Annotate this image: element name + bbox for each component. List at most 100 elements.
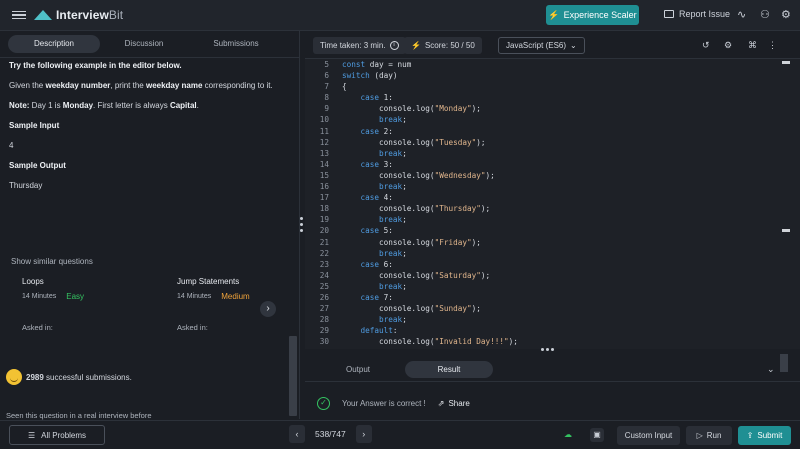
code-line[interactable]: 22 break; [305, 248, 782, 259]
seen-question-text: Seen this question in a real interview b… [6, 411, 152, 420]
console-icon[interactable]: ▣ [590, 428, 604, 442]
chevron-down-icon[interactable]: ⌄ [767, 364, 775, 375]
asked-in-label: Asked in: [177, 323, 208, 332]
code-line[interactable]: 23 case 6: [305, 259, 782, 270]
similar-question-card[interactable]: Loops 14 Minutes Easy Asked in: [22, 277, 162, 347]
report-icon [664, 10, 674, 18]
code-line[interactable]: 16 break; [305, 181, 782, 192]
prev-problem-button[interactable]: ‹ [289, 425, 305, 443]
code-text: console.log("Friday"); [342, 237, 481, 247]
code-line[interactable]: 25 break; [305, 281, 782, 292]
code-line[interactable]: 19 break; [305, 214, 782, 225]
chevron-right-icon[interactable]: › [260, 301, 276, 317]
shortcuts-icon[interactable]: ⌘ [748, 40, 757, 51]
line-number: 13 [319, 148, 329, 158]
activity-icon[interactable]: ∿ [737, 8, 746, 21]
line-number: 5 [324, 60, 329, 69]
smiley-icon [6, 369, 22, 385]
line-number: 30 [319, 337, 329, 347]
interviewbit-logo[interactable]: InterviewBit [34, 8, 123, 22]
report-issue-button[interactable]: Report Issue [664, 9, 730, 19]
code-text: break; [379, 148, 407, 158]
info-icon[interactable]: i [389, 41, 399, 50]
panel-splitter[interactable] [299, 217, 303, 233]
code-line[interactable]: 11 case 2: [305, 126, 782, 137]
code-line[interactable]: 8 case 1: [305, 92, 782, 103]
code-editor[interactable]: 5 const day = num 6 switch (day) 7{8 case 1:… [305, 59, 782, 349]
code-line[interactable]: 29 default: [305, 325, 782, 336]
code-line[interactable]: 12 console.log("Tuesday"); [305, 137, 782, 148]
code-line[interactable]: 13 break; [305, 148, 782, 159]
settings-icon[interactable]: ⚙ [781, 8, 791, 21]
line-number: 24 [319, 270, 329, 280]
code-scrollbar[interactable] [782, 59, 800, 349]
line-number: 8 [324, 93, 329, 103]
code-line[interactable]: 30 console.log("Invalid Day!!!"); [305, 336, 782, 347]
play-icon: ▷ [696, 431, 703, 440]
line-number: 7 [324, 82, 329, 92]
line-number: 10 [319, 115, 329, 125]
code-line[interactable]: 20 case 5: [305, 225, 782, 236]
code-line[interactable]: 24 console.log("Saturday"); [305, 270, 782, 281]
more-options-icon[interactable]: ⋮ [768, 40, 777, 51]
run-button[interactable]: ▷ Run [686, 426, 732, 445]
code-line[interactable]: 9 console.log("Monday"); [305, 103, 782, 114]
tab-submissions[interactable]: Submissions [188, 35, 284, 53]
output-scrollbar[interactable] [780, 354, 788, 372]
question-time: 14 Minutes [177, 293, 212, 300]
logo-text: InterviewBit [56, 8, 124, 22]
code-line[interactable]: 18 console.log("Thursday"); [305, 203, 782, 214]
reset-icon[interactable]: ↺ [702, 40, 710, 51]
code-text: break; [379, 182, 407, 192]
code-text: switch (day) [342, 71, 398, 81]
code-text: console.log("Tuesday"); [342, 137, 486, 147]
editor-settings-icon[interactable]: ⚙ [724, 40, 732, 51]
code-line[interactable]: 27 console.log("Sunday"); [305, 303, 782, 314]
output-resize-handle[interactable] [541, 348, 554, 351]
menu-icon[interactable] [12, 10, 26, 20]
code-line[interactable]: 5 const day = num [305, 59, 782, 70]
cloud-sync-icon[interactable]: ☁ [561, 428, 575, 442]
tab-discussion[interactable]: Discussion [100, 35, 188, 53]
code-line[interactable]: 6 switch (day) [305, 70, 782, 81]
code-line[interactable]: 26 case 7: [305, 292, 782, 303]
code-line[interactable]: 17 case 4: [305, 192, 782, 203]
tab-description[interactable]: Description [8, 35, 100, 53]
asked-in-label: Asked in: [22, 323, 53, 332]
code-text: console.log("Monday"); [342, 104, 481, 114]
code-line[interactable]: 10 break; [305, 114, 782, 125]
code-text: break; [379, 248, 407, 258]
output-panel: Output Result ⌄ ✓ Your Answer is correct… [305, 354, 800, 419]
tab-result[interactable]: Result [405, 361, 493, 378]
code-line[interactable]: 21 console.log("Friday"); [305, 237, 782, 248]
share-button[interactable]: ⇗ Share [438, 399, 470, 408]
all-problems-button[interactable]: ☰ All Problems [9, 425, 105, 445]
next-problem-button[interactable]: › [355, 425, 372, 443]
code-text: case 1: [360, 93, 393, 103]
code-line[interactable]: 7{ [305, 81, 782, 92]
logo-icon [34, 10, 52, 20]
line-number: 14 [319, 159, 329, 169]
custom-input-button[interactable]: Custom Input [617, 426, 680, 445]
code-line[interactable]: 14 case 3: [305, 159, 782, 170]
tab-output[interactable]: Output [323, 361, 393, 378]
line-number: 28 [319, 315, 329, 325]
user-icon[interactable]: ⚇ [760, 8, 770, 21]
code-line[interactable]: 28 break; [305, 314, 782, 325]
show-similar-questions[interactable]: Show similar questions [11, 257, 93, 266]
line-number: 12 [319, 137, 329, 147]
line-number: 17 [319, 193, 329, 203]
experience-scaler-button[interactable]: ⚡ Experience Scaler [546, 5, 639, 25]
time-taken: Time taken: 3 min. i [313, 37, 406, 54]
language-select[interactable]: JavaScript (ES6) ⌄ [498, 37, 585, 54]
submit-button[interactable]: ⇪ Submit [738, 426, 791, 445]
difficulty-badge: Medium [221, 292, 250, 301]
left-scrollbar[interactable] [289, 336, 297, 416]
interview-feedback: Seen this question in a real interview b… [6, 411, 152, 430]
line-number: 21 [319, 237, 329, 247]
list-icon: ☰ [27, 430, 36, 440]
code-line[interactable]: 15 console.log("Wednesday"); [305, 170, 782, 181]
code-text: break; [379, 315, 407, 325]
code-text: console.log("Sunday"); [342, 304, 481, 314]
line-number: 23 [319, 259, 329, 269]
